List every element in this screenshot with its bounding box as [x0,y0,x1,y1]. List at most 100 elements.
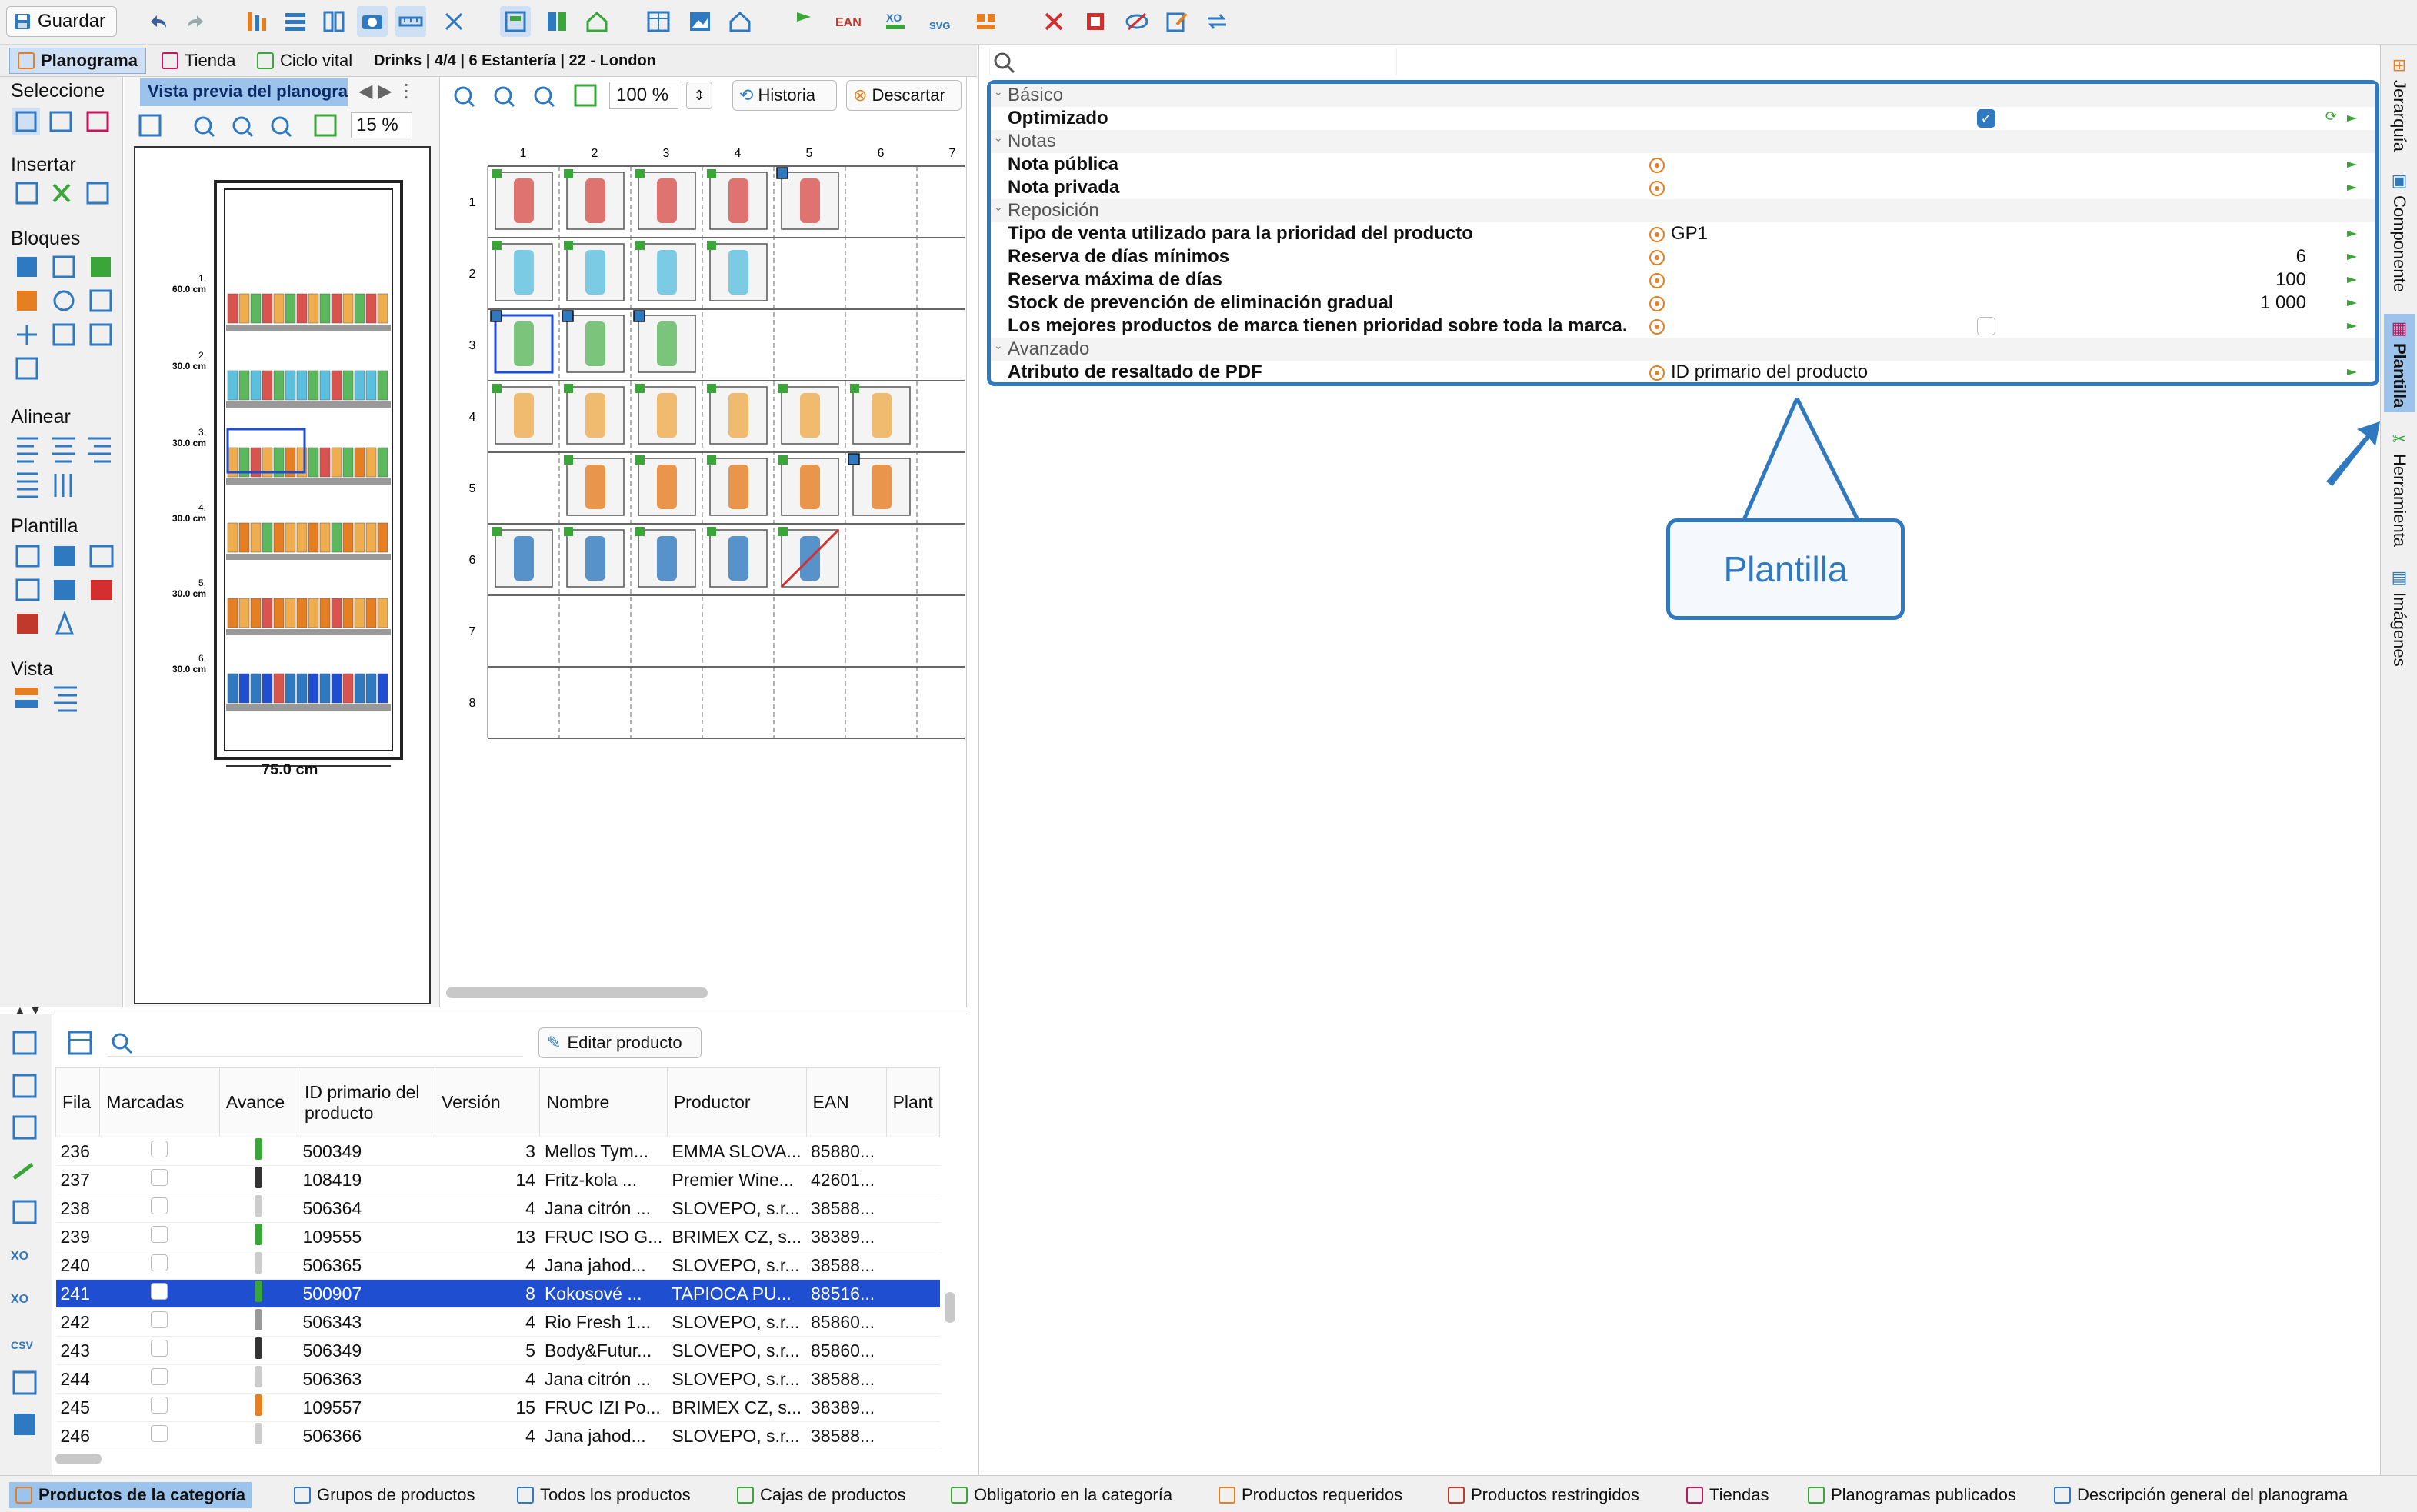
swap-icon[interactable] [1202,6,1232,37]
distribute-icon[interactable] [438,6,469,37]
tab-tienda[interactable]: Tienda [154,48,243,74]
property-number[interactable]: 6 [2296,246,2306,268]
column-header[interactable]: Plant [885,1067,941,1137]
shelf-list-icon[interactable] [280,6,311,37]
bottom-tab[interactable]: Productos de la categoría [9,1482,252,1508]
marked-checkbox[interactable] [150,1368,168,1385]
history-button[interactable]: ⟲ Historia [732,80,837,111]
flag-icon[interactable] [2345,273,2359,288]
table-settings-icon[interactable] [65,1027,95,1058]
planogram-zoom-field[interactable]: 100 % [609,82,678,109]
property-row[interactable]: Los mejores productos de marca tienen pr… [991,315,2375,338]
table-row[interactable]: 237 108419 14 Fritz-kola ... Premier Wine...… [55,1165,940,1194]
edit-icon[interactable] [1162,6,1192,37]
property-group-header[interactable]: Básico ⌄ [991,84,2375,107]
property-row[interactable]: Stock de prevención de eliminación gradu… [991,291,2375,315]
property-row[interactable]: Atributo de resaltado de PDF ID primario … [991,361,2375,384]
sidetab-jerarquia[interactable]: ⊞ Jerarquía [2384,55,2415,152]
stop-icon[interactable] [1080,6,1111,37]
tab-ciclo-vital[interactable]: Ciclo vital [249,48,360,74]
flag-icon[interactable] [2345,158,2359,173]
table-v-scrollbar[interactable] [945,1292,955,1323]
inherit-icon[interactable] [1649,296,1665,311]
table-search-input[interactable] [108,1029,523,1057]
table-row[interactable]: 242 506343 4 Rio Fresh 1... SLOVEPO, s.r... 8… [55,1307,940,1337]
sidetab-herramienta[interactable]: ✂ Herramienta [2384,429,2415,547]
sidetab-plantilla[interactable]: ▦ Plantilla [2384,314,2415,413]
property-row[interactable]: Optimizado ✓ ⟳ [991,107,2375,130]
property-row[interactable]: Nota pública [991,153,2375,176]
inherit-icon[interactable] [1649,250,1665,265]
table-row[interactable]: 246 506366 4 Jana jahod... SLOVEPO, s.r... 38… [55,1421,940,1450]
store-icon[interactable] [582,6,612,37]
bottom-tab[interactable]: Cajas de productos [731,1482,912,1508]
inherit-icon[interactable] [1649,181,1665,196]
property-row[interactable]: Reserva de días mínimos 6 [991,245,2375,268]
discard-button[interactable]: ⊗ Descartar [846,80,962,111]
columns-icon[interactable] [318,6,349,37]
table-row[interactable]: 238 506364 4 Jana citrón ... SLOVEPO, s.r...… [55,1194,940,1223]
ruler-icon[interactable] [395,6,426,37]
redo-icon[interactable] [180,6,211,37]
property-row[interactable]: Nota privada [991,176,2375,199]
marked-checkbox[interactable] [150,1197,168,1214]
inherit-icon[interactable] [1649,273,1665,288]
column-header[interactable]: Nombre [539,1067,668,1137]
inherit-icon[interactable] [1649,365,1665,381]
undo-icon[interactable] [143,6,174,37]
house-icon[interactable] [725,6,755,37]
inherit-icon[interactable] [1649,227,1665,242]
property-value[interactable]: GP1 [1671,223,1708,245]
marked-checkbox[interactable] [150,1226,168,1243]
svg-export-icon[interactable]: SVG [926,6,957,37]
marked-checkbox[interactable] [150,1397,168,1414]
planogram-icon[interactable] [971,6,1002,37]
column-header[interactable]: Versión [434,1067,541,1137]
xo-icon[interactable]: XO [880,6,911,37]
book-icon[interactable] [542,6,572,37]
bottom-tab[interactable]: Todos los productos [511,1482,697,1508]
bottom-tab[interactable]: Tiendas [1680,1482,1775,1508]
product-sort-icon[interactable] [242,6,272,37]
property-search-input[interactable] [989,48,1397,75]
sidetab-imagenes[interactable]: ▤ Imágenes [2384,568,2415,667]
property-group-header[interactable]: Reposición ⌄ [991,199,2375,222]
column-header[interactable]: Productor [666,1067,807,1137]
bottom-tab[interactable]: Grupos de productos [288,1482,481,1508]
flag-pin-icon[interactable] [788,6,818,37]
planogram-grid[interactable]: 1 2 3 4 5 6 7 1 2 3 4 5 6 7 8 [462,138,989,831]
close-icon[interactable] [1038,6,1069,37]
flag-icon[interactable] [2345,319,2359,335]
table-h-scrollbar[interactable] [55,1454,102,1464]
ean-icon[interactable]: EAN [831,6,862,37]
column-header[interactable]: ID primario del producto [297,1067,436,1137]
table-row[interactable]: 236 500349 3 Mellos Tym... EMMA SLOVA... 8588… [55,1137,940,1166]
column-header[interactable]: Avance [218,1067,298,1137]
property-checkbox[interactable] [1977,317,1995,335]
no-eye-icon[interactable] [1122,6,1152,37]
flag-icon[interactable] [2345,181,2359,196]
flag-icon[interactable] [2345,365,2359,381]
flag-icon[interactable] [2345,250,2359,265]
bottom-tab[interactable]: Planogramas publicados [1802,1482,2022,1508]
preview-zoom-field[interactable]: 15 % [351,112,412,138]
table-row[interactable]: 243 506349 5 Body&Futur... SLOVEPO, s.r... 85… [55,1336,940,1365]
table-row[interactable]: 241 500907 8 Kokosové ... TAPIOCA PU... 88516… [55,1279,940,1308]
property-row[interactable]: Tipo de venta utilizado para la priorida… [991,222,2375,245]
preview-shelf-canvas[interactable]: 1. 60.0 cm 2. 30.0 cm 3. 30.0 cm 4. 30.0 cm 5. 30… [134,146,431,1004]
table-row[interactable]: 239 109555 13 FRUC ISO G... BRIMEX CZ, s... 3… [55,1222,940,1251]
gallery-icon[interactable] [685,6,715,37]
marked-checkbox[interactable] [150,1311,168,1328]
bottom-tab[interactable]: Productos requeridos [1212,1482,1409,1508]
collapse-icon[interactable]: ⌄ [994,339,1003,352]
column-header[interactable]: EAN [805,1067,887,1137]
marked-checkbox[interactable] [150,1425,168,1442]
bottom-tab[interactable]: Productos restringidos [1442,1482,1645,1508]
table-row[interactable]: 245 109557 15 FRUC IZI Po... BRIMEX CZ, s...… [55,1393,940,1422]
refresh-icon[interactable]: ⟳ [2325,108,2337,125]
edit-product-button[interactable]: ✎ Editar producto [538,1027,702,1058]
planogram-h-scrollbar[interactable] [446,987,708,998]
inherit-icon[interactable] [1649,158,1665,173]
flag-icon[interactable] [2345,296,2359,311]
property-value[interactable]: ID primario del producto [1671,361,1868,383]
